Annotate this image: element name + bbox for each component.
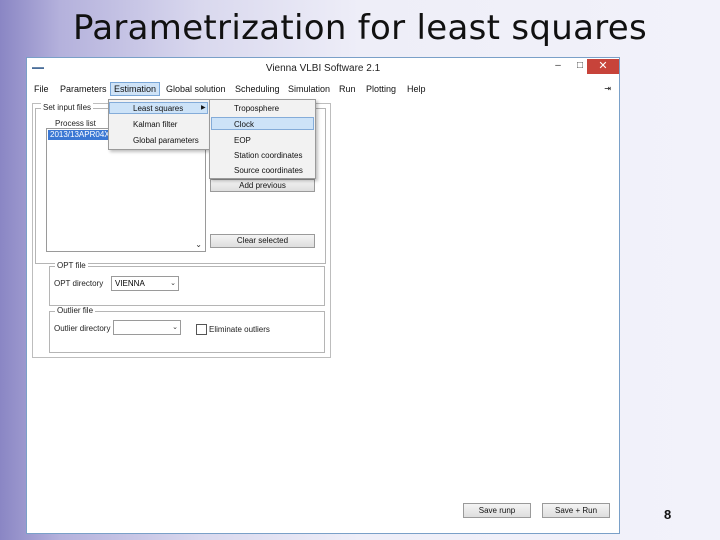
menu-item-source-coordinates[interactable]: Source coordinates: [234, 166, 303, 175]
page-number: 8: [664, 507, 672, 522]
menu-parameters[interactable]: Parameters: [60, 84, 107, 94]
menu-run[interactable]: Run: [339, 84, 356, 94]
menu-estimation[interactable]: Estimation: [110, 82, 161, 96]
submenu-arrow-icon: ▶: [201, 105, 206, 111]
outlier-file-label: Outlier file: [55, 306, 96, 315]
menu-item-eop[interactable]: EOP: [234, 136, 251, 145]
chevron-down-icon: ⌄: [172, 324, 178, 331]
outlier-directory-label: Outlier directory: [54, 324, 111, 333]
window-title: Vienna VLBI Software 2.1: [265, 63, 381, 74]
menu-plotting[interactable]: Plotting: [366, 84, 396, 94]
least-squares-submenu: Troposphere Clock EOP Station coordinate…: [209, 99, 316, 179]
menu-global-solution[interactable]: Global solution: [166, 84, 226, 94]
eliminate-outliers-checkbox[interactable]: [196, 324, 207, 335]
menu-help[interactable]: Help: [407, 84, 426, 94]
eliminate-outliers-label: Eliminate outliers: [209, 325, 270, 334]
process-list-label: Process list: [53, 119, 98, 128]
scroll-down-icon[interactable]: ⌄: [195, 240, 202, 249]
menu-item-kalman-filter[interactable]: Kalman filter: [133, 120, 177, 129]
slide-title: Parametrization for least squares: [72, 8, 648, 48]
set-input-files-label: Set input files: [41, 103, 94, 112]
minimize-button[interactable]: –: [547, 59, 569, 74]
add-previous-button[interactable]: Add previous: [210, 179, 315, 192]
menu-bar: File Parameters Estimation Global soluti…: [27, 82, 619, 98]
menu-scheduling[interactable]: Scheduling: [235, 84, 280, 94]
menu-item-troposphere[interactable]: Troposphere: [234, 104, 279, 113]
title-bar: ▬▬ Vienna VLBI Software 2.1 – □ ✕: [27, 58, 619, 80]
opt-directory-select[interactable]: VIENNA ⌄: [111, 276, 179, 291]
menu-item-station-coordinates[interactable]: Station coordinates: [234, 151, 303, 160]
clear-selected-button[interactable]: Clear selected: [210, 234, 315, 248]
menu-item-least-squares[interactable]: Least squares: [133, 104, 183, 113]
close-button[interactable]: ✕: [587, 59, 619, 74]
app-window: ▬▬ Vienna VLBI Software 2.1 – □ ✕ File P…: [26, 57, 620, 534]
menu-item-clock[interactable]: Clock: [234, 120, 254, 129]
opt-file-label: OPT file: [55, 261, 88, 270]
outlier-directory-select[interactable]: ⌄: [113, 320, 181, 335]
estimation-dropdown: Least squares ▶ Kalman filter Global par…: [108, 99, 211, 150]
menu-simulation[interactable]: Simulation: [288, 84, 330, 94]
save-runp-button[interactable]: Save runp: [463, 503, 531, 518]
clock-highlight: [211, 117, 314, 130]
opt-directory-value: VIENNA: [115, 279, 145, 288]
pin-icon[interactable]: ⇥: [604, 84, 611, 93]
menu-file[interactable]: File: [34, 84, 49, 94]
menu-item-global-parameters[interactable]: Global parameters: [133, 136, 199, 145]
opt-directory-label: OPT directory: [54, 279, 104, 288]
save-run-button[interactable]: Save + Run: [542, 503, 610, 518]
chevron-down-icon: ⌄: [170, 280, 176, 287]
